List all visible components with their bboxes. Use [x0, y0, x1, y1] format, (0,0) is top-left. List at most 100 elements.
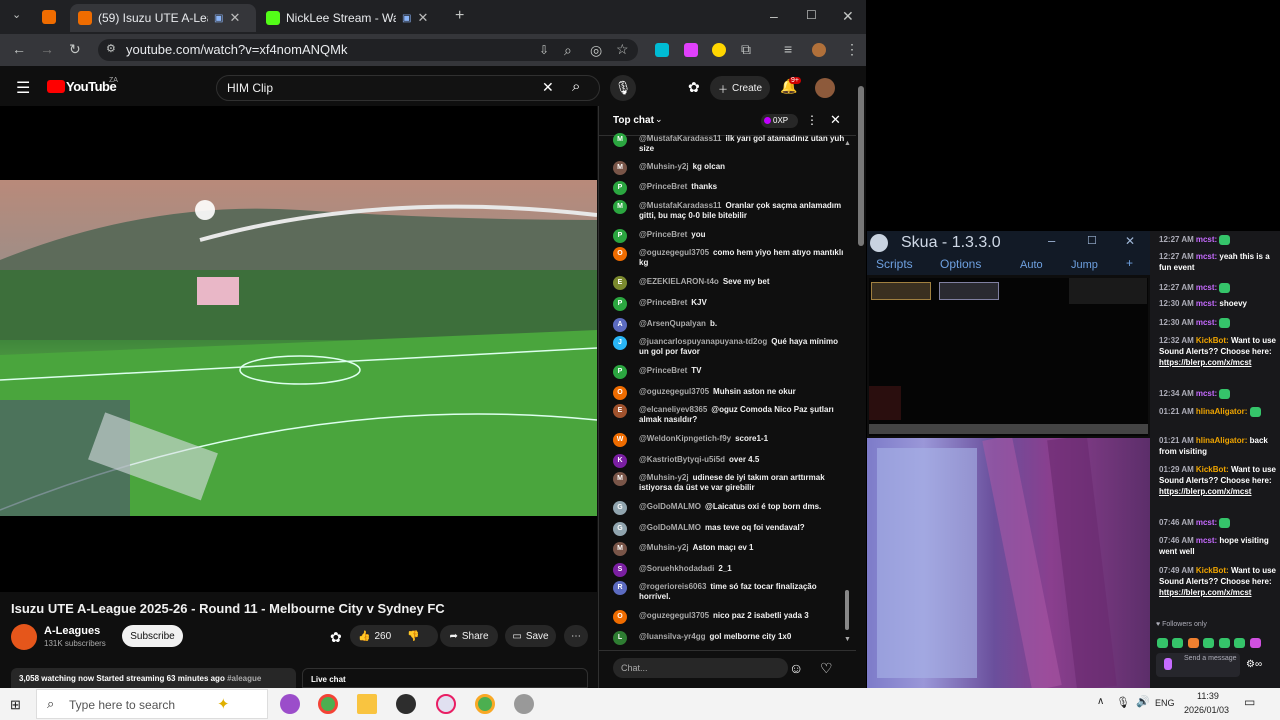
chat-author-avatar[interactable]: R: [613, 581, 627, 595]
sound-alerts-link[interactable]: https://blerp.com/x/mcst: [1159, 487, 1251, 496]
page-scrollbar[interactable]: [856, 66, 866, 688]
menu-icon[interactable]: ☰: [16, 78, 30, 98]
description-box[interactable]: 3,058 watching now Started streaming 63 …: [11, 668, 296, 688]
chat-author-avatar[interactable]: P: [613, 229, 627, 243]
chat-more-icon[interactable]: ⋮: [806, 113, 818, 127]
eye-off-icon[interactable]: ◎: [590, 42, 602, 59]
voice-search-button[interactable]: 🎙: [610, 75, 636, 101]
taskbar-app-icon[interactable]: [436, 694, 456, 714]
tray-volume-icon[interactable]: 🔊: [1136, 695, 1150, 708]
game-action-bar[interactable]: [869, 424, 1148, 434]
tab-youtube[interactable]: (59) Isuzu UTE A-League 20 ▣ ✕: [70, 4, 256, 32]
maximize-button[interactable]: ☐: [806, 8, 817, 22]
message-user[interactable]: mcst:: [1196, 283, 1217, 292]
scroll-down-icon[interactable]: ▼: [844, 636, 851, 643]
chat-author-avatar[interactable]: S: [613, 563, 627, 577]
chat-author[interactable]: @rogerioreis6063: [639, 582, 706, 591]
chat-author-avatar[interactable]: M: [613, 161, 627, 175]
chat-author-avatar[interactable]: P: [613, 297, 627, 311]
clock-time[interactable]: 11:39: [1197, 691, 1219, 701]
chat-author[interactable]: @PrinceBret: [639, 298, 687, 307]
message-user[interactable]: mcst:: [1196, 536, 1217, 545]
back-icon[interactable]: ←: [12, 41, 26, 57]
sound-alerts-link[interactable]: https://blerp.com/x/mcst: [1159, 358, 1251, 367]
skua-taskbar-icon[interactable]: [514, 694, 534, 714]
message-user[interactable]: KickBot:: [1196, 465, 1229, 474]
video-frame[interactable]: [0, 180, 597, 516]
like-icon[interactable]: 👍: [358, 631, 370, 642]
chat-author[interactable]: @PrinceBret: [639, 182, 687, 191]
more-actions-button[interactable]: ⋯: [564, 625, 588, 647]
chrome-menu-icon[interactable]: ⋮: [845, 41, 859, 58]
chat-author-avatar[interactable]: E: [613, 404, 627, 418]
emote-bar[interactable]: [1157, 634, 1275, 666]
chat-author-avatar[interactable]: M: [613, 200, 627, 214]
chat-author[interactable]: @PrinceBret: [639, 366, 687, 375]
chevron-down-icon[interactable]: ⌄: [655, 114, 663, 125]
close-window-button[interactable]: ✕: [842, 8, 854, 25]
chat-scrollbar[interactable]: ▲ ▼: [843, 140, 851, 645]
notification-center-icon[interactable]: ▭: [1244, 695, 1255, 709]
heart-icon[interactable]: ♡: [820, 660, 833, 677]
message-user[interactable]: mcst:: [1196, 235, 1217, 244]
close-chat-icon[interactable]: ✕: [830, 112, 841, 128]
address-bar[interactable]: ⚙ youtube.com/watch?v=xf4nomANQMk: [98, 39, 638, 61]
zoom-icon[interactable]: ⌕: [564, 42, 572, 59]
close-tab-icon[interactable]: ✕: [417, 10, 428, 26]
emote-icon[interactable]: [1234, 637, 1246, 648]
chat-author-avatar[interactable]: P: [613, 365, 627, 379]
profile-avatar[interactable]: [812, 43, 826, 57]
chat-scrollbar-thumb[interactable]: [845, 590, 849, 630]
chat-author-avatar[interactable]: E: [613, 276, 627, 290]
install-app-icon[interactable]: ⇩: [539, 43, 549, 57]
share-button[interactable]: ➦ Share: [440, 625, 498, 647]
media-controls-icon[interactable]: ≡: [784, 41, 792, 57]
reload-icon[interactable]: ↻: [69, 41, 81, 58]
skua-close-button[interactable]: ✕: [1125, 234, 1135, 248]
chat-author[interactable]: @Muhsin-y2j: [639, 473, 689, 482]
chat-author-avatar[interactable]: K: [613, 454, 627, 468]
tray-mic-icon[interactable]: 🎙: [1116, 696, 1130, 709]
pinned-tab-icon[interactable]: [42, 10, 56, 24]
emoji-icon[interactable]: ☺: [789, 660, 803, 676]
forward-icon[interactable]: →: [40, 41, 54, 57]
emote-icon[interactable]: [1172, 637, 1184, 648]
emote-icon[interactable]: [1249, 637, 1261, 648]
close-tab-icon[interactable]: ✕: [229, 10, 240, 26]
chat-author-avatar[interactable]: P: [613, 181, 627, 195]
chat-author-avatar[interactable]: L: [613, 631, 627, 645]
message-user[interactable]: mcst:: [1196, 518, 1217, 527]
message-user[interactable]: hlinaAligator:: [1196, 407, 1248, 416]
tab-search-icon[interactable]: ⌄: [12, 8, 21, 21]
chat-author[interactable]: @KastriotBytyqi-u5i5d: [639, 455, 725, 464]
skua-menu-add[interactable]: +: [1126, 256, 1133, 270]
subscribe-button[interactable]: Subscribe: [122, 625, 183, 647]
clock-date[interactable]: 2026/01/03: [1184, 705, 1229, 715]
skua-menu-scripts[interactable]: Scripts: [876, 257, 913, 271]
chat-author-avatar[interactable]: M: [613, 133, 627, 147]
account-avatar[interactable]: [815, 78, 835, 98]
site-info-icon[interactable]: ⚙: [106, 42, 116, 55]
hashtag-link[interactable]: #aleague: [227, 674, 261, 683]
emote-icon[interactable]: [1157, 637, 1168, 648]
chat-author-avatar[interactable]: J: [613, 336, 627, 350]
windows-start-icon[interactable]: ⊞: [10, 697, 21, 713]
tray-chevron-icon[interactable]: ∧: [1097, 696, 1104, 707]
chat-author[interactable]: @Muhsin-y2j: [639, 162, 689, 171]
chat-author[interactable]: @Muhsin-y2j: [639, 543, 689, 552]
chat-author-avatar[interactable]: G: [613, 501, 627, 515]
send-message-input[interactable]: Send a message: [1156, 653, 1240, 677]
emote-icon[interactable]: [1187, 637, 1199, 648]
chat-author-avatar[interactable]: O: [613, 610, 627, 624]
chat-author[interactable]: @GolDoMALMO: [639, 502, 701, 511]
chat-author[interactable]: @Soruehkhodadadi: [639, 564, 714, 573]
channel-avatar[interactable]: [11, 624, 37, 650]
chat-author[interactable]: @MustafaKaradass11: [639, 134, 722, 143]
live-chat-panel-label[interactable]: Live chat: [302, 668, 588, 688]
file-explorer-icon[interactable]: [357, 694, 377, 714]
chat-author-avatar[interactable]: W: [613, 433, 627, 447]
emote-icon[interactable]: [1218, 637, 1230, 648]
chat-author[interactable]: @oguzegegul3705: [639, 248, 709, 257]
skua-menu-options[interactable]: Options: [940, 257, 981, 271]
chat-author-avatar[interactable]: O: [613, 386, 627, 400]
